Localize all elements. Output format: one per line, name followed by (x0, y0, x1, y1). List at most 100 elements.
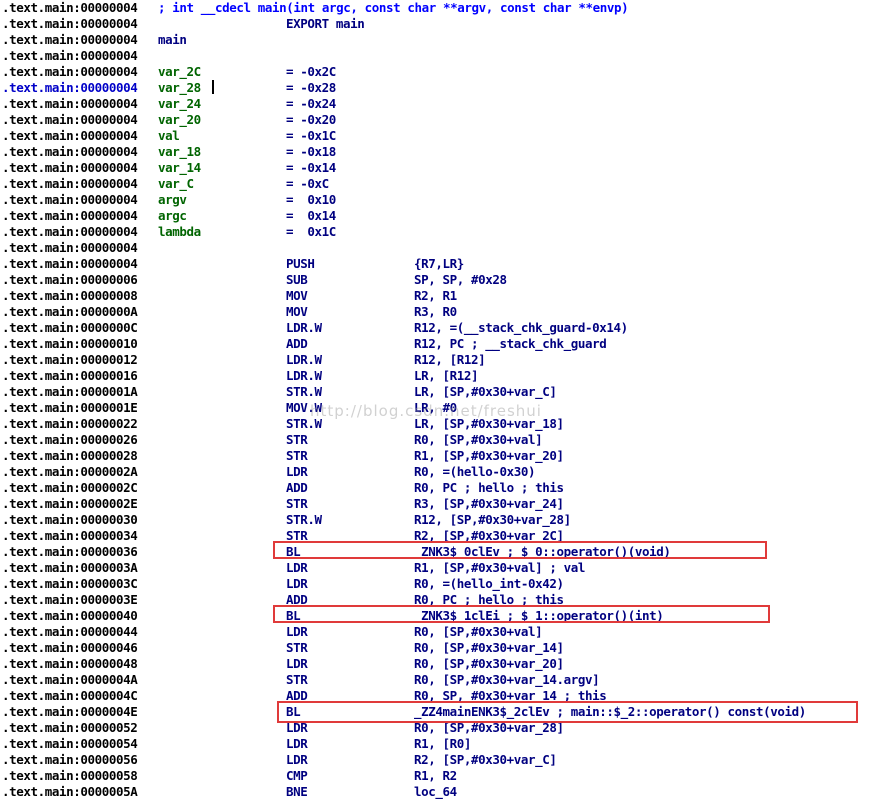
address[interactable]: .text.main:00000046 (2, 640, 138, 656)
listing-row[interactable]: .text.main:00000004 var_28 = -0x28 (2, 80, 871, 96)
listing-row[interactable]: .text.main:00000004 var_24 = -0x24 (2, 96, 871, 112)
listing-row[interactable]: .text.main:00000004 ; int __cdecl main(in… (2, 0, 871, 16)
disassembly-listing[interactable]: .text.main:00000004; int __cdecl main(in… (2, 0, 871, 800)
address[interactable]: .text.main:00000036 (2, 544, 138, 560)
operands[interactable]: R2, [SP,#0x30+var_C] (414, 752, 557, 768)
address[interactable]: .text.main:00000054 (2, 736, 138, 752)
address[interactable]: .text.main:0000000A (2, 304, 138, 320)
symbol-label[interactable]: var_2C (158, 64, 201, 80)
listing-row[interactable]: .text.main:00000004 argv = 0x10 (2, 192, 871, 208)
address[interactable]: .text.main:00000004 (2, 96, 138, 112)
operands[interactable]: R0, [SP,#0x30+var_14.argv] (414, 672, 600, 688)
address[interactable]: .text.main:00000008 (2, 288, 138, 304)
symbol-label[interactable]: var_20 (158, 112, 201, 128)
address[interactable]: .text.main:00000004 (2, 16, 138, 32)
address[interactable]: .text.main:0000004A (2, 672, 138, 688)
listing-row[interactable]: .text.main:00000004 EXPORT main (2, 16, 871, 32)
operands[interactable]: LR, [SP,#0x30+var_C] (414, 384, 557, 400)
operands[interactable]: LR, [R12] (414, 368, 479, 384)
listing-row[interactable]: .text.main:00000048 LDR R0, [SP,#0x30+var_… (2, 656, 871, 672)
listing-row[interactable]: .text.main:00000056 LDR R2, [SP,#0x30+var_… (2, 752, 871, 768)
address[interactable]: .text.main:00000004 (2, 128, 138, 144)
address[interactable]: .text.main:00000028 (2, 448, 138, 464)
address[interactable]: .text.main:00000052 (2, 720, 138, 736)
address[interactable]: .text.main:0000002A (2, 464, 138, 480)
listing-row[interactable]: .text.main:0000002A LDR R0, =(hello-0x30) (2, 464, 871, 480)
symbol-label[interactable]: var_14 (158, 160, 201, 176)
address[interactable]: .text.main:0000000C (2, 320, 138, 336)
listing-row[interactable]: .text.main:00000004 (2, 240, 871, 256)
address[interactable]: .text.main:00000040 (2, 608, 138, 624)
listing-row[interactable]: .text.main:00000026 STR R0, [SP,#0x30+val] (2, 432, 871, 448)
listing-row[interactable]: .text.main:00000004 var_C = -0xC (2, 176, 871, 192)
address[interactable]: .text.main:00000006 (2, 272, 138, 288)
address[interactable]: .text.main:00000004 (2, 64, 138, 80)
address[interactable]: .text.main:00000004 (2, 48, 138, 64)
listing-row[interactable]: .text.main:00000054 LDR R1, [R0] (2, 736, 871, 752)
operands[interactable]: R12, [R12] (414, 352, 486, 368)
address[interactable]: .text.main:0000001A (2, 384, 138, 400)
symbol-label[interactable]: argc (158, 208, 187, 224)
address[interactable]: .text.main:0000003E (2, 592, 138, 608)
listing-row[interactable]: .text.main:00000016 LDR.W LR, [R12] (2, 368, 871, 384)
address[interactable]: .text.main:00000004 (2, 0, 138, 16)
operands[interactable]: R2, R1 (414, 288, 457, 304)
listing-row[interactable]: .text.main:00000030 STR.W R12, [SP,#0x30+v… (2, 512, 871, 528)
address[interactable]: .text.main:00000004 (2, 256, 138, 272)
listing-row[interactable]: .text.main:0000003C LDR R0, =(hello_int-0x… (2, 576, 871, 592)
address[interactable]: .text.main:0000004C (2, 688, 138, 704)
operands[interactable]: R0, [SP,#0x30+val] (414, 432, 543, 448)
listing-row[interactable]: .text.main:00000004 var_2C = -0x2C (2, 64, 871, 80)
address[interactable]: .text.main:0000002C (2, 480, 138, 496)
address[interactable]: .text.main:0000005A (2, 784, 138, 800)
listing-row[interactable]: .text.main:0000001A STR.W LR, [SP,#0x30+va… (2, 384, 871, 400)
address[interactable]: .text.main:0000004E (2, 704, 138, 720)
operands[interactable]: R12, PC ; __stack_chk_guard (414, 336, 607, 352)
listing-row[interactable]: .text.main:0000002E STR R3, [SP,#0x30+var_… (2, 496, 871, 512)
listing-row[interactable]: .text.main:00000006 SUB SP, SP, #0x28 (2, 272, 871, 288)
operands[interactable]: R3, R0 (414, 304, 457, 320)
symbol-label[interactable]: main (158, 32, 187, 48)
address[interactable]: .text.main:00000004 (2, 144, 138, 160)
address[interactable]: .text.main:00000004 (2, 80, 138, 96)
address[interactable]: .text.main:00000010 (2, 336, 138, 352)
operands[interactable]: R1, [SP,#0x30+val] ; val (414, 560, 585, 576)
address[interactable]: .text.main:00000004 (2, 32, 138, 48)
address[interactable]: .text.main:00000004 (2, 224, 138, 240)
operands[interactable]: R0, =(hello-0x30) (414, 464, 536, 480)
listing-row[interactable]: .text.main:0000002C ADD R0, PC ; hello ; t… (2, 480, 871, 496)
address[interactable]: .text.main:00000004 (2, 240, 138, 256)
listing-row[interactable]: .text.main:00000028 STR R1, [SP,#0x30+var_… (2, 448, 871, 464)
address[interactable]: .text.main:00000030 (2, 512, 138, 528)
listing-row[interactable]: .text.main:00000004 main (2, 32, 871, 48)
address[interactable]: .text.main:00000048 (2, 656, 138, 672)
listing-row[interactable]: .text.main:0000003A LDR R1, [SP,#0x30+val]… (2, 560, 871, 576)
address[interactable]: .text.main:00000058 (2, 768, 138, 784)
operands[interactable]: R0, [SP,#0x30+val] (414, 624, 543, 640)
operands[interactable]: R12, [SP,#0x30+var_28] (414, 512, 571, 528)
operands[interactable]: R0, PC ; hello ; this (414, 480, 564, 496)
address[interactable]: .text.main:00000004 (2, 160, 138, 176)
address[interactable]: .text.main:00000004 (2, 112, 138, 128)
listing-row[interactable]: .text.main:0000000C LDR.W R12, =(__stack_c… (2, 320, 871, 336)
symbol-label[interactable]: argv (158, 192, 187, 208)
listing-row[interactable]: .text.main:0000005A BNE loc_64 (2, 784, 871, 800)
operands[interactable]: R0, =(hello_int-0x42) (414, 576, 564, 592)
listing-row[interactable]: .text.main:00000004 var_14 = -0x14 (2, 160, 871, 176)
operands[interactable]: R3, [SP,#0x30+var_24] (414, 496, 564, 512)
listing-row[interactable]: .text.main:0000004A STR R0, [SP,#0x30+var_… (2, 672, 871, 688)
address[interactable]: .text.main:00000016 (2, 368, 138, 384)
address[interactable]: .text.main:00000026 (2, 432, 138, 448)
listing-row[interactable]: .text.main:0000000A MOV R3, R0 (2, 304, 871, 320)
operands[interactable]: R1, R2 (414, 768, 457, 784)
listing-row[interactable]: .text.main:00000004 (2, 48, 871, 64)
operands[interactable]: R1, [R0] (414, 736, 471, 752)
listing-row[interactable]: .text.main:00000004 var_18 = -0x18 (2, 144, 871, 160)
listing-row[interactable]: .text.main:00000010 ADD R12, PC ; __stack_… (2, 336, 871, 352)
symbol-label[interactable]: var_28 (158, 80, 201, 96)
operands[interactable]: {R7,LR} (414, 256, 464, 272)
address[interactable]: .text.main:00000012 (2, 352, 138, 368)
operands[interactable]: R0, [SP,#0x30+var_20] (414, 656, 564, 672)
symbol-label[interactable]: lambda (158, 224, 201, 240)
symbol-label[interactable]: var_C (158, 176, 194, 192)
